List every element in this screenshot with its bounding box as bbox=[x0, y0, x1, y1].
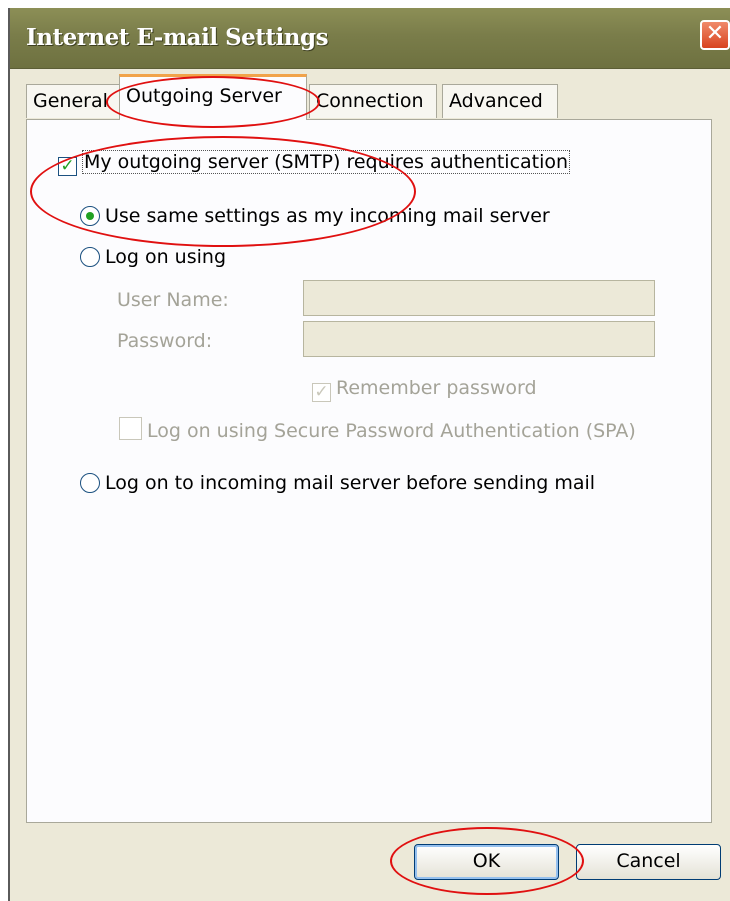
user-name-label: User Name: bbox=[117, 289, 229, 311]
close-icon[interactable]: ✕ bbox=[700, 20, 730, 50]
use-same-settings-radio[interactable] bbox=[80, 206, 100, 226]
radio-selected-dot bbox=[86, 212, 94, 220]
remember-password-label: Remember password bbox=[336, 377, 537, 399]
smtp-auth-checkbox-row[interactable]: ✓ My outgoing server (SMTP) requires auth… bbox=[58, 150, 571, 176]
use-same-settings-label: Use same settings as my incoming mail se… bbox=[105, 205, 550, 227]
log-on-using-label: Log on using bbox=[105, 246, 227, 268]
log-on-incoming-label: Log on to incoming mail server before se… bbox=[105, 472, 596, 494]
tab-outgoing-server[interactable]: Outgoing Server bbox=[119, 74, 307, 120]
spa-row[interactable]: Log on using Secure Password Authenticat… bbox=[119, 417, 636, 442]
spa-checkbox[interactable] bbox=[119, 417, 142, 440]
log-on-incoming-radio[interactable] bbox=[80, 473, 100, 493]
smtp-auth-label: My outgoing server (SMTP) requires authe… bbox=[82, 150, 571, 174]
ok-button[interactable]: OK bbox=[414, 844, 559, 880]
smtp-auth-checkbox[interactable]: ✓ bbox=[58, 157, 77, 176]
user-name-field[interactable] bbox=[303, 280, 655, 316]
remember-password-row[interactable]: ✓ Remember password bbox=[312, 377, 537, 402]
log-on-using-radio[interactable] bbox=[80, 247, 100, 267]
title-bar[interactable]: Internet E-mail Settings ✕ bbox=[10, 8, 730, 69]
password-label: Password: bbox=[117, 330, 213, 352]
tab-general[interactable]: General bbox=[26, 84, 120, 118]
spa-label: Log on using Secure Password Authenticat… bbox=[147, 420, 636, 442]
window-title: Internet E-mail Settings bbox=[26, 24, 329, 51]
use-same-settings-radio-row[interactable]: Use same settings as my incoming mail se… bbox=[80, 205, 550, 227]
log-on-using-radio-row[interactable]: Log on using bbox=[80, 246, 226, 268]
tab-connection[interactable]: Connection bbox=[309, 84, 437, 118]
cancel-button[interactable]: Cancel bbox=[576, 844, 721, 880]
log-on-incoming-radio-row[interactable]: Log on to incoming mail server before se… bbox=[80, 472, 595, 494]
tab-advanced[interactable]: Advanced bbox=[442, 84, 558, 118]
password-field[interactable] bbox=[303, 321, 655, 357]
remember-password-checkbox[interactable]: ✓ bbox=[312, 383, 331, 402]
